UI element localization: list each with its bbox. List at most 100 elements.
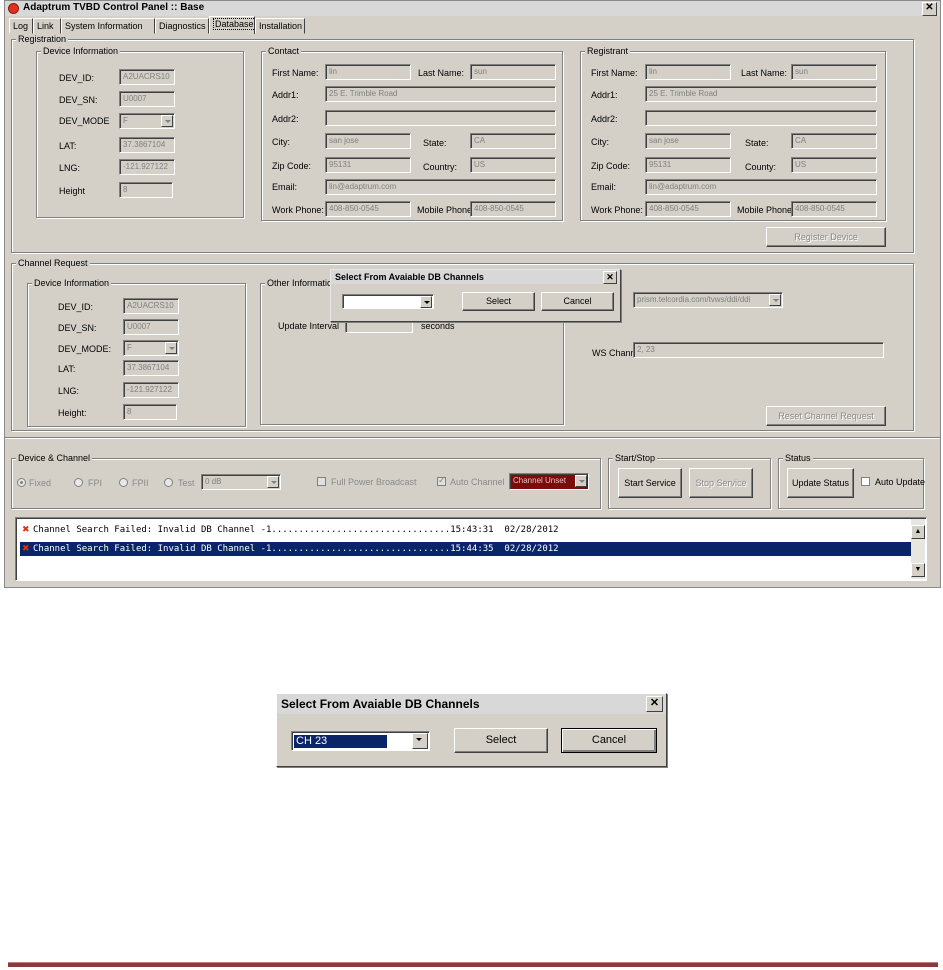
dev-mode-select[interactable]: F [119, 113, 175, 129]
tab-log[interactable]: Log [9, 18, 33, 34]
db-channel-select-large[interactable]: CH 23 [291, 731, 430, 751]
registrant-state-label: State: [745, 138, 769, 148]
db-channel-select-button-large[interactable]: Select [454, 728, 548, 753]
lat-field[interactable]: 37.3867104 [119, 137, 175, 153]
ws-channels-field[interactable]: 2, 23 [633, 342, 884, 358]
cr-dev-sn-field[interactable]: U0007 [123, 319, 179, 335]
registrant-addr2-field[interactable] [645, 110, 877, 126]
tab-database[interactable]: Database [209, 16, 256, 34]
contact-first-name-field[interactable]: lin [325, 64, 411, 80]
contact-mobile-phone-field[interactable]: 408-850-0545 [470, 201, 556, 217]
contact-country-label: Country: [423, 162, 458, 172]
chevron-down-icon[interactable] [412, 733, 428, 749]
cr-dev-mode-value: F [127, 343, 132, 352]
event-log-list[interactable]: ✖ Channel Search Failed: Invalid DB Chann… [15, 517, 927, 581]
contact-last-name-label: Last Name: [418, 68, 465, 78]
registrant-last-name-field[interactable]: sun [791, 64, 877, 80]
update-status-button[interactable]: Update Status [787, 468, 854, 498]
registrant-country-field[interactable]: US [791, 157, 877, 173]
cr-lat-field[interactable]: 37.3867104 [123, 360, 179, 376]
tab-diagnostics[interactable]: Diagnostics [155, 18, 209, 34]
radio-fpii[interactable] [119, 478, 128, 487]
registrant-state-field[interactable]: CA [791, 133, 877, 149]
db-url-value: prism.telcordia.com/tvws/ddi/ddi [637, 295, 751, 304]
db-channel-dialog-small-title: Select From Avaiable DB Channels [335, 272, 484, 282]
scrollbar[interactable]: ▲ ▼ [911, 519, 925, 579]
tab-system-information[interactable]: System Information [61, 18, 155, 34]
device-channel-group: Device & Channel Fixed FPI FPII Test 0 d… [11, 453, 601, 509]
registrant-mobile-phone-field[interactable]: 408-850-0545 [791, 201, 877, 217]
start-stop-group: Start/Stop Start Service Stop Service [608, 453, 771, 509]
error-icon: ✖ [22, 525, 30, 535]
radio-test[interactable] [164, 478, 173, 487]
registrant-zip-field[interactable]: 95131 [645, 157, 731, 173]
registrant-email-field[interactable]: lin@adaptrum.com [645, 179, 877, 195]
db-channel-cancel-button-large[interactable]: Cancel [561, 728, 657, 753]
contact-country-field[interactable]: US [470, 157, 556, 173]
log-row[interactable]: ✖ Channel Search Failed: Invalid DB Chann… [22, 523, 912, 537]
tab-link[interactable]: Link [33, 18, 61, 34]
contact-state-field[interactable]: CA [470, 133, 556, 149]
full-power-checkbox[interactable] [317, 477, 326, 486]
registrant-group-label: Registrant [585, 46, 631, 56]
chevron-down-icon[interactable] [420, 296, 432, 308]
cr-height-field[interactable]: 8 [123, 404, 177, 420]
cr-lng-field[interactable]: -121.927122 [123, 382, 179, 398]
auto-update-checkbox[interactable] [861, 477, 870, 486]
chevron-down-icon[interactable] [769, 294, 781, 306]
stop-service-button[interactable]: Stop Service [689, 468, 753, 498]
lng-field[interactable]: -121.927122 [119, 159, 175, 175]
tab-installation[interactable]: Installation [255, 18, 305, 34]
registrant-first-name-field[interactable]: lin [645, 64, 731, 80]
contact-city-field[interactable]: san jose [325, 133, 411, 149]
register-device-button[interactable]: Register Device [766, 227, 886, 247]
reset-channel-request-button[interactable]: Reset Channel Request [766, 406, 886, 426]
registrant-work-phone-field[interactable]: 408-850-0545 [645, 201, 731, 217]
log-row-text: Channel Search Failed: Invalid DB Channe… [33, 544, 559, 554]
power-select[interactable]: 0 dB [201, 474, 281, 490]
registration-group: Registration Device Information DEV_ID: … [11, 34, 914, 253]
window-title: Adaptrum TVBD Control Panel :: Base [23, 2, 205, 13]
auto-channel-checkbox[interactable] [437, 475, 446, 486]
registrant-city-field[interactable]: san jose [645, 133, 731, 149]
dev-id-field[interactable]: A2UACRS10 [119, 69, 175, 85]
contact-zip-field[interactable]: 95131 [325, 157, 411, 173]
cr-dev-mode-select[interactable]: F [123, 340, 179, 356]
dev-sn-field[interactable]: U0007 [119, 91, 175, 107]
registrant-zip-label: Zip Code: [591, 161, 631, 171]
close-icon[interactable]: ✕ [646, 696, 663, 712]
registration-group-label: Registration [16, 34, 69, 44]
close-icon[interactable]: ✕ [603, 271, 617, 284]
start-service-button[interactable]: Start Service [618, 468, 682, 498]
registrant-addr1-field[interactable]: 25 E. Trimble Road [645, 86, 877, 102]
chevron-down-icon[interactable] [267, 476, 279, 488]
chevron-down-icon[interactable] [575, 475, 587, 487]
radio-fpi[interactable] [74, 478, 83, 487]
contact-addr1-field[interactable]: 25 E. Trimble Road [325, 86, 556, 102]
status-group-label: Status [783, 453, 813, 463]
contact-work-phone-field[interactable]: 408-850-0545 [325, 201, 411, 217]
close-icon[interactable]: ✕ [922, 2, 937, 16]
scroll-up-icon[interactable]: ▲ [911, 525, 925, 539]
contact-last-name-field[interactable]: sun [470, 64, 556, 80]
db-channel-select-button-small[interactable]: Select [462, 292, 535, 311]
log-row-selected[interactable]: ✖ Channel Search Failed: Invalid DB Chann… [20, 542, 915, 556]
db-channel-dialog-large-titlebar: Select From Avaiable DB Channels ✕ [277, 694, 666, 714]
height-field[interactable]: 8 [119, 182, 173, 198]
db-channel-cancel-button-small[interactable]: Cancel [541, 292, 614, 311]
contact-email-field[interactable]: lin@adaptrum.com [325, 179, 556, 195]
chevron-down-icon[interactable] [165, 342, 177, 354]
scroll-down-icon[interactable]: ▼ [911, 563, 925, 577]
db-channel-select-small[interactable] [342, 294, 434, 309]
reg-device-info-label: Device Information [41, 46, 121, 56]
cr-dev-id-field[interactable]: A2UACRS10 [123, 298, 179, 314]
channel-select[interactable]: Channel Unset [509, 473, 589, 490]
registrant-addr1-label: Addr1: [591, 90, 618, 100]
db-url-select[interactable]: prism.telcordia.com/tvws/ddi/ddi [633, 292, 783, 308]
radio-fixed[interactable] [17, 478, 26, 487]
dev-id-label: DEV_ID: [59, 73, 95, 83]
cr-height-label: Height: [58, 408, 87, 418]
contact-addr2-field[interactable] [325, 110, 556, 126]
log-row-text: Channel Search Failed: Invalid DB Channe… [33, 525, 559, 535]
chevron-down-icon[interactable] [161, 115, 173, 127]
